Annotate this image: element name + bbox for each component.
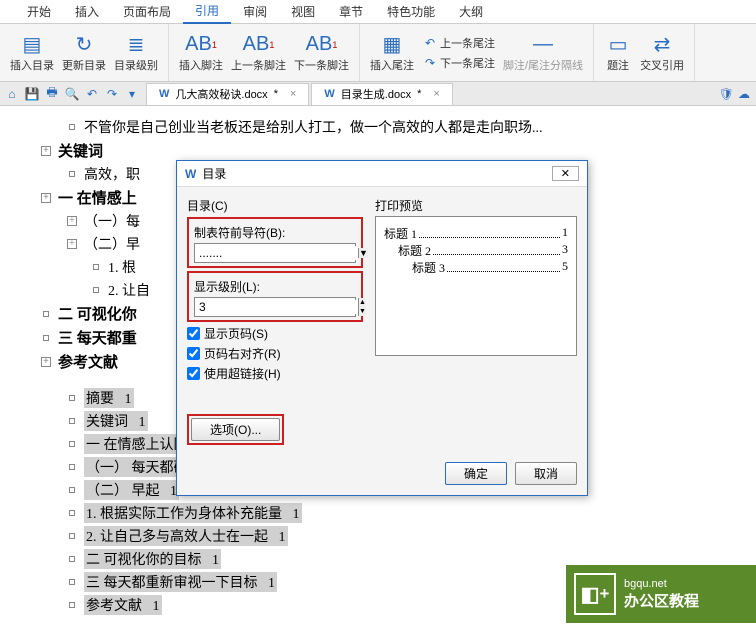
tab-leader-label: 制表符前导符(B): [194, 224, 356, 241]
modified-star: * [274, 88, 278, 100]
doc-tab-label: 几大高效秘诀.docx [175, 86, 267, 102]
outline-text: 关键词 [58, 140, 103, 161]
options-button[interactable]: 选项(O)... [191, 418, 280, 441]
outline-text: 1. 根 [108, 257, 136, 277]
tab-review[interactable]: 审阅 [231, 0, 279, 23]
toc-section-label: 目录(C) [187, 197, 363, 214]
caption-icon: ▭ [604, 33, 632, 57]
tab-view[interactable]: 视图 [279, 0, 327, 23]
outline-text: 参考文献 [58, 351, 118, 372]
preview-icon[interactable]: 🔍 [64, 86, 80, 102]
dialog-close-button[interactable]: ✕ [552, 166, 579, 181]
outline-text: 二 可视化你 [58, 303, 137, 324]
preview-label: 打印预览 [375, 197, 577, 214]
crossref-icon: ⇄ [648, 33, 676, 57]
outline-text: 三 每天都重 [58, 327, 137, 348]
doc-tab-2[interactable]: W 目录生成.docx * × [311, 83, 452, 105]
outline-text: 不管你是自己创业当老板还是给别人打工，做一个高效的人都是走向职场... [84, 117, 543, 137]
word-icon: W [324, 88, 334, 100]
logo-icon: ◧+ [574, 573, 616, 615]
highlight-box: 制表符前导符(B): ▼ [187, 217, 363, 268]
word-icon: W [159, 88, 169, 100]
levels-spinner[interactable]: ▲▼ [194, 297, 356, 317]
tab-features[interactable]: 特色功能 [375, 0, 447, 23]
outline-text: 一 在情感上 [58, 187, 137, 208]
insert-endnote-button[interactable]: ▦插入尾注 [366, 31, 418, 75]
next-footnote-button[interactable]: AB1下一条脚注 [290, 31, 353, 75]
show-pagenum-checkbox[interactable]: 显示页码(S) [187, 325, 363, 342]
insert-toc-button[interactable]: ▤插入目录 [6, 31, 58, 75]
show-levels-label: 显示级别(L): [194, 278, 356, 295]
toc-dialog: W 目录 ✕ 目录(C) 制表符前导符(B): ▼ 显示级别(L): ▲▼ 显示… [176, 160, 588, 496]
dropdown-icon[interactable]: ▼ [358, 248, 368, 258]
prev-footnote-button[interactable]: AB1上一条脚注 [227, 31, 290, 75]
levels-input[interactable] [195, 300, 358, 314]
next-endnote-button[interactable]: ↷下一条尾注 [418, 53, 499, 73]
doc-tab-label: 目录生成.docx [341, 86, 411, 102]
prev-endnote-button[interactable]: ↶上一条尾注 [418, 33, 499, 53]
prev-footnote-icon: AB1 [245, 33, 273, 57]
footnote-icon: AB1 [187, 33, 215, 57]
endnote-icon: ▦ [378, 33, 406, 57]
tab-leader-combo[interactable]: ▼ [194, 243, 356, 263]
tab-layout[interactable]: 页面布局 [111, 0, 183, 23]
doc-tab-1[interactable]: W 几大高效秘诀.docx * × [146, 83, 309, 105]
preview-panel: 标题 11 标题 23 标题 35 [375, 216, 577, 356]
save-icon[interactable]: 💾 [24, 86, 40, 102]
insert-footnote-button[interactable]: AB1插入脚注 [175, 31, 227, 75]
separator-icon: — [529, 33, 557, 57]
spin-up-icon[interactable]: ▲ [359, 298, 366, 307]
watermark: ◧+ bgqu.net 办公区教程 [566, 565, 756, 623]
tab-references[interactable]: 引用 [183, 0, 231, 24]
word-icon: W [185, 167, 196, 181]
outline-text: 高效，职 [84, 164, 140, 184]
next-footnote-icon: AB1 [308, 33, 336, 57]
refresh-icon: ↻ [70, 33, 98, 57]
level-icon: ≣ [122, 33, 150, 57]
highlight-box: 选项(O)... [187, 414, 284, 445]
cloud-icon[interactable]: ☁ [738, 87, 750, 101]
close-icon[interactable]: × [433, 88, 439, 100]
tab-start[interactable]: 开始 [15, 0, 63, 23]
tab-chapter[interactable]: 章节 [327, 0, 375, 23]
undo-icon[interactable]: ↶ [84, 86, 100, 102]
prev-icon: ↶ [422, 35, 438, 51]
outline-text: （二）早 [84, 234, 140, 254]
close-icon[interactable]: × [290, 88, 296, 100]
crossref-button[interactable]: ⇄交叉引用 [636, 31, 688, 75]
redo-icon[interactable]: ↷ [104, 86, 120, 102]
update-toc-button[interactable]: ↻更新目录 [58, 31, 110, 75]
toc-level-button[interactable]: ≣目录级别 [110, 31, 162, 75]
spin-down-icon[interactable]: ▼ [359, 307, 366, 316]
ok-button[interactable]: 确定 [445, 462, 507, 485]
hyperlink-checkbox[interactable]: 使用超链接(H) [187, 365, 363, 382]
watermark-url: bgqu.net [624, 578, 699, 590]
outline-text: 2. 让自 [108, 280, 150, 300]
more-icon[interactable]: ▾ [124, 86, 140, 102]
next-icon: ↷ [422, 55, 438, 71]
tab-outline[interactable]: 大纲 [447, 0, 495, 23]
outline-text: （一）每 [84, 211, 140, 231]
toc-icon: ▤ [18, 33, 46, 57]
tab-leader-input[interactable] [195, 246, 358, 260]
highlight-box: 显示级别(L): ▲▼ [187, 271, 363, 322]
caption-button[interactable]: ▭题注 [600, 31, 636, 75]
right-align-checkbox[interactable]: 页码右对齐(R) [187, 345, 363, 362]
home-icon[interactable]: ⌂ [4, 86, 20, 102]
cancel-button[interactable]: 取消 [515, 462, 577, 485]
dialog-title: 目录 [202, 165, 226, 182]
watermark-name: 办公区教程 [624, 590, 699, 611]
modified-star: * [417, 88, 421, 100]
shield-icon[interactable]: 🛡 [719, 87, 734, 101]
print-icon[interactable]: 🖶 [44, 86, 60, 102]
separator-button[interactable]: —脚注/尾注分隔线 [499, 31, 587, 75]
tab-insert[interactable]: 插入 [63, 0, 111, 23]
